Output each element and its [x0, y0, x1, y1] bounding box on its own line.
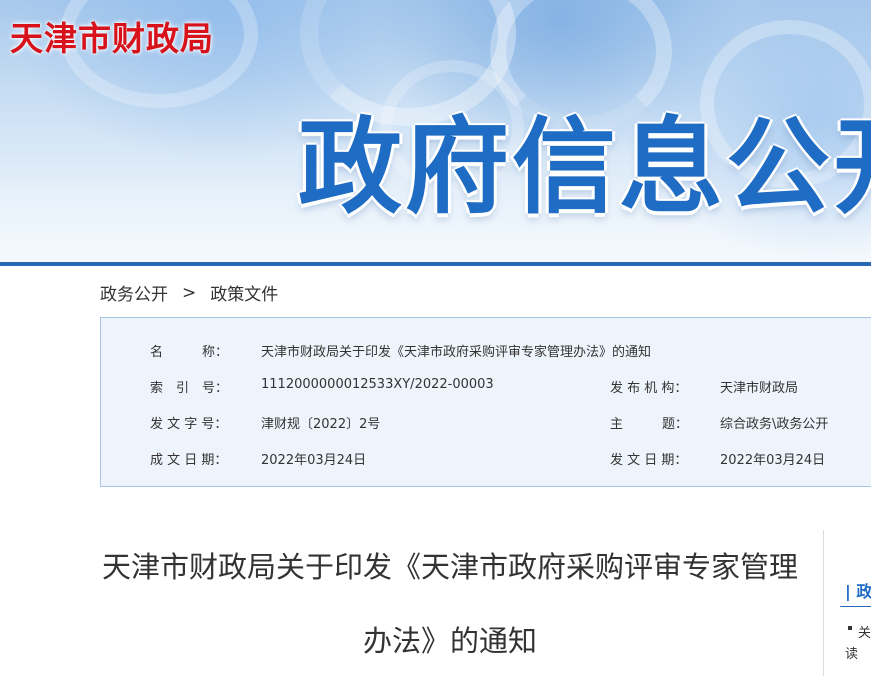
breadcrumb-item-policy-docs[interactable]: 政策文件 — [210, 280, 278, 305]
written-date-label: 成 文 日 期： — [150, 453, 228, 468]
docno-label: 发 文 字 号： — [150, 417, 228, 432]
side-panel-heading: | 政 — [845, 582, 871, 601]
name-value: 天津市财政局关于印发《天津市政府采购评审专家管理办法》的通知 — [261, 345, 652, 360]
side-panel-underline — [840, 606, 871, 607]
docno-value: 津财规〔2022〕2号 — [261, 417, 381, 432]
side-panel-divider — [823, 530, 824, 676]
side-list-item-continued[interactable]: 读 — [845, 643, 858, 662]
header-banner: 天津市财政局 政府信息公开 — [0, 0, 871, 262]
breadcrumb-item-gov-affairs[interactable]: 政务公开 — [100, 280, 168, 305]
name-label: 名 称： — [150, 345, 229, 360]
banner-title: 政府信息公开 — [298, 106, 871, 228]
article-title: 天津市财政局关于印发《天津市政府采购评审专家管理 办法》的通知 — [100, 530, 800, 678]
publish-date-label: 发 文 日 期： — [610, 453, 688, 468]
article-title-line1: 天津市财政局关于印发《天津市政府采购评审专家管理 — [101, 550, 798, 584]
publish-date-value: 2022年03月24日 — [720, 453, 826, 468]
index-label: 索 引 号： — [150, 381, 229, 396]
breadcrumb-separator: > — [182, 282, 197, 303]
document-info-box: 名 称： 天津市财政局关于印发《天津市政府采购评审专家管理办法》的通知 索 引 … — [100, 317, 871, 487]
index-value: 1112000000012533XY/2022-00003 — [261, 377, 494, 392]
publisher-value: 天津市财政局 — [720, 381, 799, 396]
topic-value: 综合政务\政务公开 — [720, 417, 829, 432]
article-title-line2: 办法》的通知 — [362, 624, 537, 658]
side-list-bullet-icon — [848, 626, 852, 630]
banner-divider — [0, 262, 871, 266]
written-date-value: 2022年03月24日 — [261, 453, 367, 468]
side-list-item[interactable]: 关 — [858, 622, 871, 641]
publisher-label: 发 布 机 构： — [610, 381, 688, 396]
topic-label: 主 题： — [610, 417, 689, 432]
org-logo[interactable]: 天津市财政局 — [10, 12, 214, 60]
breadcrumb: 政务公开 > 政策文件 — [100, 280, 278, 306]
